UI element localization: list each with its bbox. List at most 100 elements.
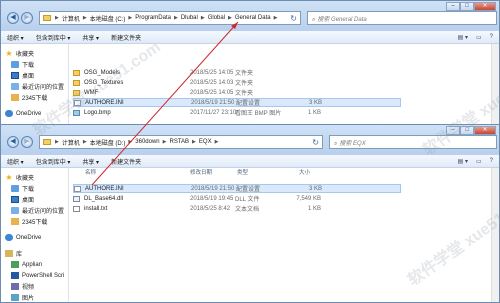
nav-label: 最近访问的位置 [22,85,65,91]
window-controls: – □ ✕ [446,126,496,135]
search-input[interactable]: ⌕ 搜索 General Data [307,11,497,25]
nav-onedrive[interactable]: OneDrive [1,232,68,243]
file-row[interactable]: WMF 2018/5/25 14:05 文件夹 [73,88,401,97]
nav-label: 最近访问的位置 [22,209,65,215]
file-row[interactable]: OSG_Textures 2018/5/25 14:03 文件夹 [73,78,401,87]
nav-downloads[interactable]: 下载 [1,183,68,194]
nav-label: 下载 [22,63,35,69]
nav-2345-downloads[interactable]: 2345下载 [1,216,68,227]
column-date[interactable]: 修改日期 [190,168,212,176]
breadcrumb-rstab[interactable]: RSTAB [167,139,191,145]
nav-recent-places[interactable]: 最近访问的位置 [1,81,68,92]
nav-label: 桌面 [22,198,35,204]
forward-button[interactable]: ▶ [21,136,33,148]
file-row[interactable]: DL_Base64.dll 2018/5/19 19:45 DLL 文件 7,5… [73,194,401,203]
nav-pictures[interactable]: 图片 [1,292,68,302]
search-placeholder: 搜索 General Data [317,17,367,23]
breadcrumb-global[interactable]: Global [206,15,227,21]
view-options-icon[interactable]: ▤ ▾ [458,34,468,41]
file-date: 2017/11/27 23:10 [190,109,237,116]
breadcrumb-eqx[interactable]: EQX [197,139,214,145]
file-type: 看图王 BMP 图片 [235,111,282,117]
nav-recent-places[interactable]: 最近访问的位置 [1,205,68,216]
forward-button[interactable]: ▶ [21,12,33,24]
file-row[interactable]: OSG_Models 2018/5/25 14:05 文件夹 [73,68,401,77]
nav-label: OneDrive [16,234,42,241]
file-row-selected[interactable]: AUTHORE.INI 2018/5/19 21:50 配置设置 3 KB [73,184,401,193]
close-button[interactable]: ✕ [474,2,496,11]
preview-pane-icon[interactable]: ▭ [476,158,482,165]
explorer-body: ★ 收藏夹 下载 桌面 最近访问的位置 2345下载 OneDrive OSG_M… [1,44,499,127]
breadcrumb-general-data[interactable]: General Data [233,15,273,21]
file-size: 3 KB [308,185,322,192]
search-input[interactable]: ⌕ 搜索 EQX [329,135,497,149]
nav-libraries[interactable]: 库 [1,248,68,259]
nav-applian[interactable]: Applian [1,259,68,270]
back-button[interactable]: ◀ [7,136,19,148]
address-bar[interactable]: ▶ 计算机 ▶ 本地磁盘 (C:) ▶ ProgramData ▶ Dlubal… [39,11,301,25]
include-library-menu[interactable]: 包含到库中 ▾ [36,33,71,42]
help-icon[interactable]: ? [490,158,493,165]
file-row[interactable]: install.txt 2018/5/25 8:42 文本文档 1 KB [73,204,401,213]
organize-menu[interactable]: 组织 ▾ [7,157,24,166]
column-name[interactable]: 名称 [85,168,96,176]
nav-2345-downloads[interactable]: 2345下载 [1,92,68,103]
breadcrumb-drive-d[interactable]: 本地磁盘 (D:) [88,138,128,147]
breadcrumb-computer[interactable]: 计算机 [60,138,82,147]
nav-onedrive[interactable]: OneDrive [1,108,68,119]
file-row-selected[interactable]: AUTHORE.INI 2018/5/19 21:50 配置设置 3 KB [73,98,401,107]
folder-icon [73,79,80,86]
folder-icon [11,94,19,101]
nav-desktop[interactable]: 桌面 [1,194,68,205]
refresh-icon[interactable]: ↻ [287,14,297,23]
breadcrumb-programdata[interactable]: ProgramData [133,15,173,21]
organize-menu[interactable]: 组织 ▾ [7,33,24,42]
file-row[interactable]: Logo.bmp 2017/11/27 23:10 看图王 BMP 图片 1 K… [73,108,401,117]
back-button[interactable]: ◀ [7,12,19,24]
nav-videos[interactable]: 视频 [1,281,68,292]
new-folder-button[interactable]: 新建文件夹 [111,157,141,166]
dll-file-icon [73,195,80,202]
file-type: 配置设置 [236,101,261,107]
maximize-button[interactable]: □ [460,126,474,135]
close-button[interactable]: ✕ [474,126,496,135]
videos-icon [11,283,19,290]
nav-desktop[interactable]: 桌面 [1,70,68,81]
share-menu[interactable]: 共享 ▾ [82,33,99,42]
column-type[interactable]: 类型 [237,168,248,176]
file-date: 2018/5/19 21:50 [191,99,235,106]
nav-powershell-scripts[interactable]: PowerShell Scri [1,270,68,281]
nav-favorites[interactable]: ★ 收藏夹 [1,48,68,59]
nav-downloads[interactable]: 下载 [1,59,68,70]
maximize-button[interactable]: □ [460,2,474,11]
file-date: 2018/5/25 14:05 [190,69,234,76]
vertical-scrollbar[interactable] [491,168,499,302]
minimize-button[interactable]: – [446,2,460,11]
new-folder-button[interactable]: 新建文件夹 [111,33,141,42]
address-bar[interactable]: ▶ 计算机 ▶ 本地磁盘 (D:) ▶ 360down ▶ RSTAB ▶ EQ… [39,135,323,149]
include-library-menu[interactable]: 包含到库中 ▾ [36,157,71,166]
navigation-pane: ★ 收藏夹 下载 桌面 最近访问的位置 2345下载 OneDrive [1,44,69,127]
nav-favorites[interactable]: ★ 收藏夹 [1,172,68,183]
minimize-button[interactable]: – [446,126,460,135]
breadcrumb-drive-c[interactable]: 本地磁盘 (C:) [88,14,128,23]
refresh-icon[interactable]: ↻ [309,138,319,147]
column-size[interactable]: 大小 [299,168,310,176]
file-name: AUTHORE.INI [85,185,124,192]
file-size: 1 KB [307,109,321,116]
folder-icon [73,69,80,76]
help-icon[interactable]: ? [490,34,493,41]
vertical-scrollbar[interactable] [491,44,499,127]
file-name: WMF [84,89,99,96]
breadcrumb-dlubal[interactable]: Dlubal [179,15,200,21]
explorer-body: ★ 收藏夹 下载 桌面 最近访问的位置 2345下载 OneDrive 库 App… [1,168,499,302]
pictures-icon [11,294,19,301]
share-menu[interactable]: 共享 ▾ [82,157,99,166]
preview-pane-icon[interactable]: ▭ [476,34,482,41]
nav-label: 2345下载 [22,220,48,226]
breadcrumb-360down[interactable]: 360down [133,139,161,145]
command-bar: 组织 ▾ 包含到库中 ▾ 共享 ▾ 新建文件夹 ▤ ▾ ▭ ? [1,155,499,168]
recent-places-icon [11,83,19,90]
view-options-icon[interactable]: ▤ ▾ [458,158,468,165]
breadcrumb-computer[interactable]: 计算机 [60,14,82,23]
